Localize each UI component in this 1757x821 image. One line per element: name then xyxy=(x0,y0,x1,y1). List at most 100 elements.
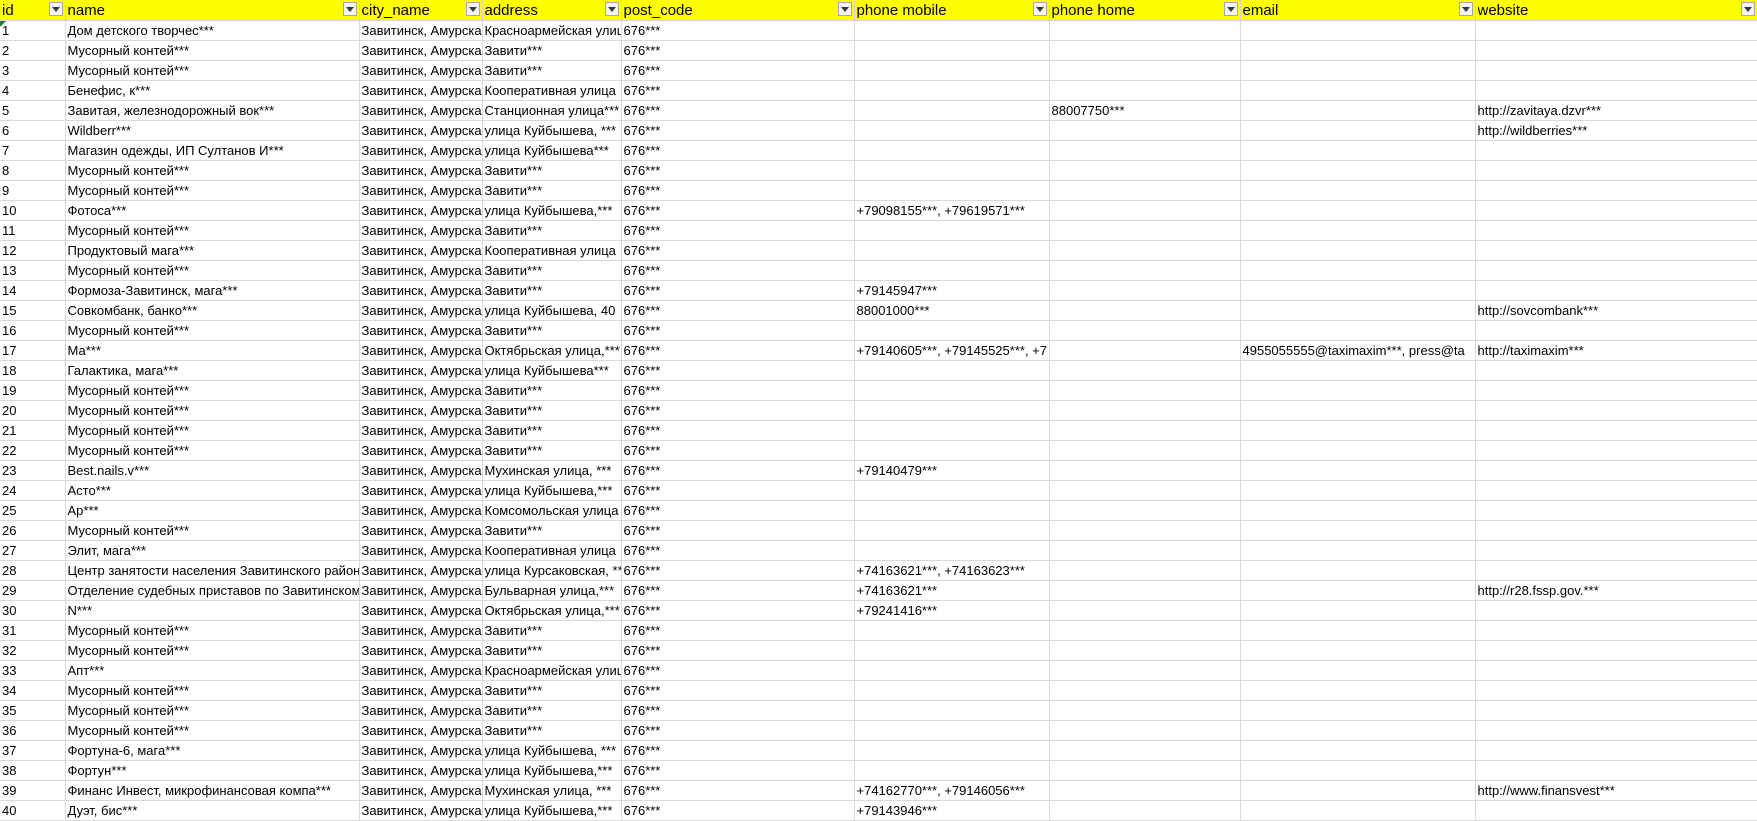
cell-phone-mobile[interactable] xyxy=(854,480,1050,501)
cell-name[interactable]: Завитая, железнодорожный вок*** xyxy=(65,100,360,121)
cell-name[interactable]: Совкомбанк, банко*** xyxy=(65,300,360,321)
cell-id[interactable]: 4 xyxy=(0,80,66,101)
cell-name[interactable]: Мусорный контей*** xyxy=(65,400,360,421)
cell-email[interactable] xyxy=(1240,720,1476,741)
cell-phone-home[interactable] xyxy=(1049,440,1241,461)
column-header-name[interactable]: name xyxy=(65,0,360,21)
cell-post-code[interactable]: 676*** xyxy=(621,340,855,361)
cell-name[interactable]: Мусорный контей*** xyxy=(65,180,360,201)
cell-website[interactable] xyxy=(1475,80,1757,101)
cell-name[interactable]: Мусорный контей*** xyxy=(65,680,360,701)
cell-address[interactable]: Завити*** xyxy=(482,440,622,461)
cell-website[interactable] xyxy=(1475,400,1757,421)
cell-phone-mobile[interactable] xyxy=(854,100,1050,121)
cell-city-name[interactable]: Завитинск, Амурская xyxy=(359,560,483,581)
cell-website[interactable] xyxy=(1475,440,1757,461)
cell-website[interactable] xyxy=(1475,140,1757,161)
cell-post-code[interactable]: 676*** xyxy=(621,620,855,641)
cell-phone-mobile[interactable] xyxy=(854,660,1050,681)
cell-phone-home[interactable] xyxy=(1049,540,1241,561)
cell-id[interactable]: 10 xyxy=(0,200,66,221)
cell-city-name[interactable]: Завитинск, Амурская xyxy=(359,240,483,261)
column-header-email[interactable]: email xyxy=(1240,0,1476,21)
cell-website[interactable] xyxy=(1475,360,1757,381)
cell-address[interactable]: Завити*** xyxy=(482,380,622,401)
cell-city-name[interactable]: Завитинск, Амурская xyxy=(359,580,483,601)
cell-phone-mobile[interactable]: +79140479*** xyxy=(854,460,1050,481)
cell-name[interactable]: Галактика, мага*** xyxy=(65,360,360,381)
cell-phone-home[interactable] xyxy=(1049,720,1241,741)
cell-email[interactable] xyxy=(1240,220,1476,241)
cell-phone-home[interactable] xyxy=(1049,400,1241,421)
cell-city-name[interactable]: Завитинск, Амурская xyxy=(359,720,483,741)
cell-address[interactable]: Завити*** xyxy=(482,60,622,81)
cell-city-name[interactable]: Завитинск, Амурская xyxy=(359,180,483,201)
cell-phone-mobile[interactable]: +79241416*** xyxy=(854,600,1050,621)
cell-phone-home[interactable] xyxy=(1049,140,1241,161)
cell-name[interactable]: Мусорный контей*** xyxy=(65,640,360,661)
cell-email[interactable] xyxy=(1240,700,1476,721)
cell-website[interactable] xyxy=(1475,680,1757,701)
column-header-id[interactable]: id xyxy=(0,0,66,21)
cell-name[interactable]: Ма*** xyxy=(65,340,360,361)
cell-city-name[interactable]: Завитинск, Амурская xyxy=(359,440,483,461)
column-header-website[interactable]: website xyxy=(1475,0,1757,21)
cell-address[interactable]: Завити*** xyxy=(482,260,622,281)
cell-post-code[interactable]: 676*** xyxy=(621,240,855,261)
cell-address[interactable]: Кооперативная улица xyxy=(482,540,622,561)
cell-post-code[interactable]: 676*** xyxy=(621,80,855,101)
cell-email[interactable] xyxy=(1240,420,1476,441)
cell-post-code[interactable]: 676*** xyxy=(621,440,855,461)
cell-email[interactable] xyxy=(1240,440,1476,461)
cell-id[interactable]: 19 xyxy=(0,380,66,401)
cell-email[interactable] xyxy=(1240,80,1476,101)
cell-id[interactable]: 28 xyxy=(0,560,66,581)
cell-id[interactable]: 11 xyxy=(0,220,66,241)
cell-address[interactable]: Октябрьская улица,*** xyxy=(482,340,622,361)
cell-id[interactable]: 36 xyxy=(0,720,66,741)
cell-name[interactable]: N*** xyxy=(65,600,360,621)
cell-post-code[interactable]: 676*** xyxy=(621,120,855,141)
cell-post-code[interactable]: 676*** xyxy=(621,200,855,221)
cell-city-name[interactable]: Завитинск, Амурская xyxy=(359,260,483,281)
cell-city-name[interactable]: Завитинск, Амурская xyxy=(359,360,483,381)
cell-phone-mobile[interactable] xyxy=(854,420,1050,441)
filter-dropdown-button[interactable] xyxy=(1223,2,1238,16)
cell-city-name[interactable]: Завитинск, Амурская xyxy=(359,600,483,621)
cell-email[interactable] xyxy=(1240,620,1476,641)
cell-phone-mobile[interactable] xyxy=(854,680,1050,701)
cell-id[interactable]: 38 xyxy=(0,760,66,781)
cell-phone-mobile[interactable]: +74163621***, +74163623*** xyxy=(854,560,1050,581)
cell-name[interactable]: Мусорный контей*** xyxy=(65,40,360,61)
cell-post-code[interactable]: 676*** xyxy=(621,500,855,521)
cell-phone-home[interactable] xyxy=(1049,300,1241,321)
cell-id[interactable]: 24 xyxy=(0,480,66,501)
cell-website[interactable] xyxy=(1475,760,1757,781)
cell-name[interactable]: Магазин одежды, ИП Султанов И*** xyxy=(65,140,360,161)
cell-address[interactable]: Завити*** xyxy=(482,420,622,441)
cell-post-code[interactable]: 676*** xyxy=(621,180,855,201)
cell-website[interactable] xyxy=(1475,260,1757,281)
cell-address[interactable]: Завити*** xyxy=(482,160,622,181)
cell-phone-mobile[interactable] xyxy=(854,720,1050,741)
cell-email[interactable]: 4955055555@taximaxim***, press@ta xyxy=(1240,340,1476,361)
cell-id[interactable]: 8 xyxy=(0,160,66,181)
cell-name[interactable]: Мусорный контей*** xyxy=(65,160,360,181)
cell-phone-mobile[interactable] xyxy=(854,360,1050,381)
cell-email[interactable] xyxy=(1240,40,1476,61)
cell-id[interactable]: 2 xyxy=(0,40,66,61)
cell-post-code[interactable]: 676*** xyxy=(621,360,855,381)
cell-post-code[interactable]: 676*** xyxy=(621,320,855,341)
cell-phone-mobile[interactable] xyxy=(854,380,1050,401)
cell-address[interactable]: улица Куйбышева*** xyxy=(482,140,622,161)
cell-name[interactable]: Элит, мага*** xyxy=(65,540,360,561)
cell-address[interactable]: Мухинская улица, *** xyxy=(482,780,622,801)
cell-id[interactable]: 29 xyxy=(0,580,66,601)
cell-post-code[interactable]: 676*** xyxy=(621,540,855,561)
cell-city-name[interactable]: Завитинск, Амурская xyxy=(359,760,483,781)
cell-phone-home[interactable] xyxy=(1049,220,1241,241)
cell-email[interactable] xyxy=(1240,60,1476,81)
cell-phone-home[interactable] xyxy=(1049,320,1241,341)
cell-website[interactable]: http://www.finansvest*** xyxy=(1475,780,1757,801)
cell-phone-home[interactable] xyxy=(1049,180,1241,201)
